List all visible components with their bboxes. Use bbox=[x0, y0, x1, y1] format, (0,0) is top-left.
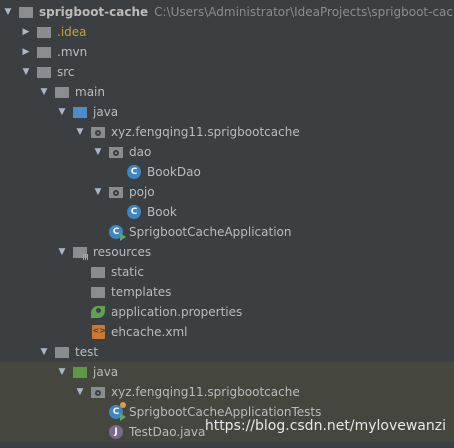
expanded-arrow-icon[interactable]: ▼ bbox=[92, 142, 104, 162]
java-file-icon: J bbox=[108, 424, 124, 440]
folder-icon bbox=[90, 284, 106, 300]
expanded-arrow-icon[interactable]: ▼ bbox=[2, 2, 14, 22]
xml-file-icon bbox=[90, 324, 106, 340]
tree-node-label: src bbox=[57, 65, 75, 79]
folder-icon bbox=[54, 344, 70, 360]
arrow-spacer bbox=[92, 402, 104, 422]
tree-node-label: static bbox=[111, 265, 144, 279]
tree-node-label: main bbox=[75, 85, 105, 99]
package-icon bbox=[90, 384, 106, 400]
properties-file-icon bbox=[90, 304, 106, 320]
arrow-spacer bbox=[74, 322, 86, 342]
tree-node-mvn[interactable]: ▶ .mvn bbox=[0, 42, 454, 62]
tree-node-app[interactable]: C SprigbootCacheApplication bbox=[0, 222, 454, 242]
tree-node-label: TestDao.java bbox=[129, 425, 206, 439]
tree-node-pkg-test[interactable]: ▼ xyz.fengqing11.sprigbootcache bbox=[0, 382, 454, 402]
tree-node-label: test bbox=[75, 345, 99, 359]
class-icon: C bbox=[126, 204, 142, 220]
arrow-spacer bbox=[92, 422, 104, 442]
arrow-spacer bbox=[74, 302, 86, 322]
project-path: C:\Users\Administrator\IdeaProjects\spri… bbox=[154, 5, 454, 19]
expanded-arrow-icon[interactable]: ▼ bbox=[56, 102, 68, 122]
tree-node-main[interactable]: ▼ main bbox=[0, 82, 454, 102]
tree-node-static[interactable]: static bbox=[0, 262, 454, 282]
tree-node-label: Book bbox=[147, 205, 177, 219]
folder-icon bbox=[90, 264, 106, 280]
tree-node-label: application.properties bbox=[111, 305, 243, 319]
package-icon bbox=[90, 124, 106, 140]
folder-icon bbox=[54, 84, 70, 100]
expanded-arrow-icon[interactable]: ▼ bbox=[56, 362, 68, 382]
collapsed-arrow-icon[interactable]: ▶ bbox=[20, 22, 32, 42]
tree-node-root[interactable]: ▼ sprigboot-cache C:\Users\Administrator\I… bbox=[0, 2, 454, 22]
expanded-arrow-icon[interactable]: ▼ bbox=[38, 82, 50, 102]
tree-node-java[interactable]: ▼ java bbox=[0, 102, 454, 122]
package-icon bbox=[108, 184, 124, 200]
tree-node-test[interactable]: ▼ test bbox=[0, 342, 454, 362]
tree-node-src[interactable]: ▼ src bbox=[0, 62, 454, 82]
tree-node-label: templates bbox=[111, 285, 172, 299]
arrow-spacer bbox=[110, 162, 122, 182]
tree-node-pkg-main[interactable]: ▼ xyz.fengqing11.sprigbootcache bbox=[0, 122, 454, 142]
tree-node-pojo[interactable]: ▼ pojo bbox=[0, 182, 454, 202]
tree-node-label: SprigbootCacheApplicationTests bbox=[129, 405, 322, 419]
tree-node-book[interactable]: C Book bbox=[0, 202, 454, 222]
watermark-text: https://blog.csdn.net/mylovewanzi bbox=[204, 418, 446, 434]
tree-node-ehcache[interactable]: ehcache.xml bbox=[0, 322, 454, 342]
folder-icon bbox=[18, 4, 34, 20]
expanded-arrow-icon[interactable]: ▼ bbox=[56, 242, 68, 262]
tree-node-label: .mvn bbox=[57, 45, 88, 59]
expanded-arrow-icon[interactable]: ▼ bbox=[74, 382, 86, 402]
tree-node-label: java bbox=[93, 365, 119, 379]
expanded-arrow-icon[interactable]: ▼ bbox=[20, 62, 32, 82]
tree-node-label: dao bbox=[129, 145, 152, 159]
source-folder-icon bbox=[72, 104, 88, 120]
collapsed-arrow-icon[interactable]: ▶ bbox=[20, 42, 32, 62]
tree-node-label: BookDao bbox=[147, 165, 201, 179]
arrow-spacer bbox=[110, 202, 122, 222]
tree-node-label: sprigboot-cache bbox=[39, 5, 149, 19]
tree-node-label: xyz.fengqing11.sprigbootcache bbox=[111, 125, 300, 139]
tree-node-templates[interactable]: templates bbox=[0, 282, 454, 302]
expanded-arrow-icon[interactable]: ▼ bbox=[92, 182, 104, 202]
spring-boot-class-icon: C bbox=[108, 224, 126, 241]
tree-node-label: resources bbox=[93, 245, 152, 259]
resources-folder-icon bbox=[72, 244, 89, 260]
tree-node-label: xyz.fengqing11.sprigbootcache bbox=[111, 385, 300, 399]
package-icon bbox=[108, 144, 124, 160]
tree-node-dao[interactable]: ▼ dao bbox=[0, 142, 454, 162]
tree-node-label: .idea bbox=[57, 25, 87, 39]
tree-node-resources[interactable]: ▼ resources bbox=[0, 242, 454, 262]
arrow-spacer bbox=[74, 282, 86, 302]
tree-node-props[interactable]: application.properties bbox=[0, 302, 454, 322]
tree-node-bookdao[interactable]: C BookDao bbox=[0, 162, 454, 182]
test-class-icon: C bbox=[108, 402, 126, 421]
tree-node-label: SprigbootCacheApplication bbox=[129, 225, 292, 239]
tree-node-label: java bbox=[93, 105, 119, 119]
folder-icon bbox=[36, 44, 52, 60]
tree-node-idea[interactable]: ▶ .idea bbox=[0, 22, 454, 42]
project-tree: ▼ sprigboot-cache C:\Users\Administrator\I… bbox=[0, 0, 454, 448]
arrow-spacer bbox=[74, 262, 86, 282]
folder-icon bbox=[36, 24, 52, 40]
class-icon: C bbox=[126, 164, 142, 180]
test-folder-icon bbox=[72, 364, 88, 380]
tree-node-testjava[interactable]: ▼ java bbox=[0, 362, 454, 382]
expanded-arrow-icon[interactable]: ▼ bbox=[38, 342, 50, 362]
expanded-arrow-icon[interactable]: ▼ bbox=[74, 122, 86, 142]
tree-node-label: pojo bbox=[129, 185, 155, 199]
tree-node-label: ehcache.xml bbox=[111, 325, 188, 339]
arrow-spacer bbox=[92, 222, 104, 242]
folder-icon bbox=[36, 64, 52, 80]
